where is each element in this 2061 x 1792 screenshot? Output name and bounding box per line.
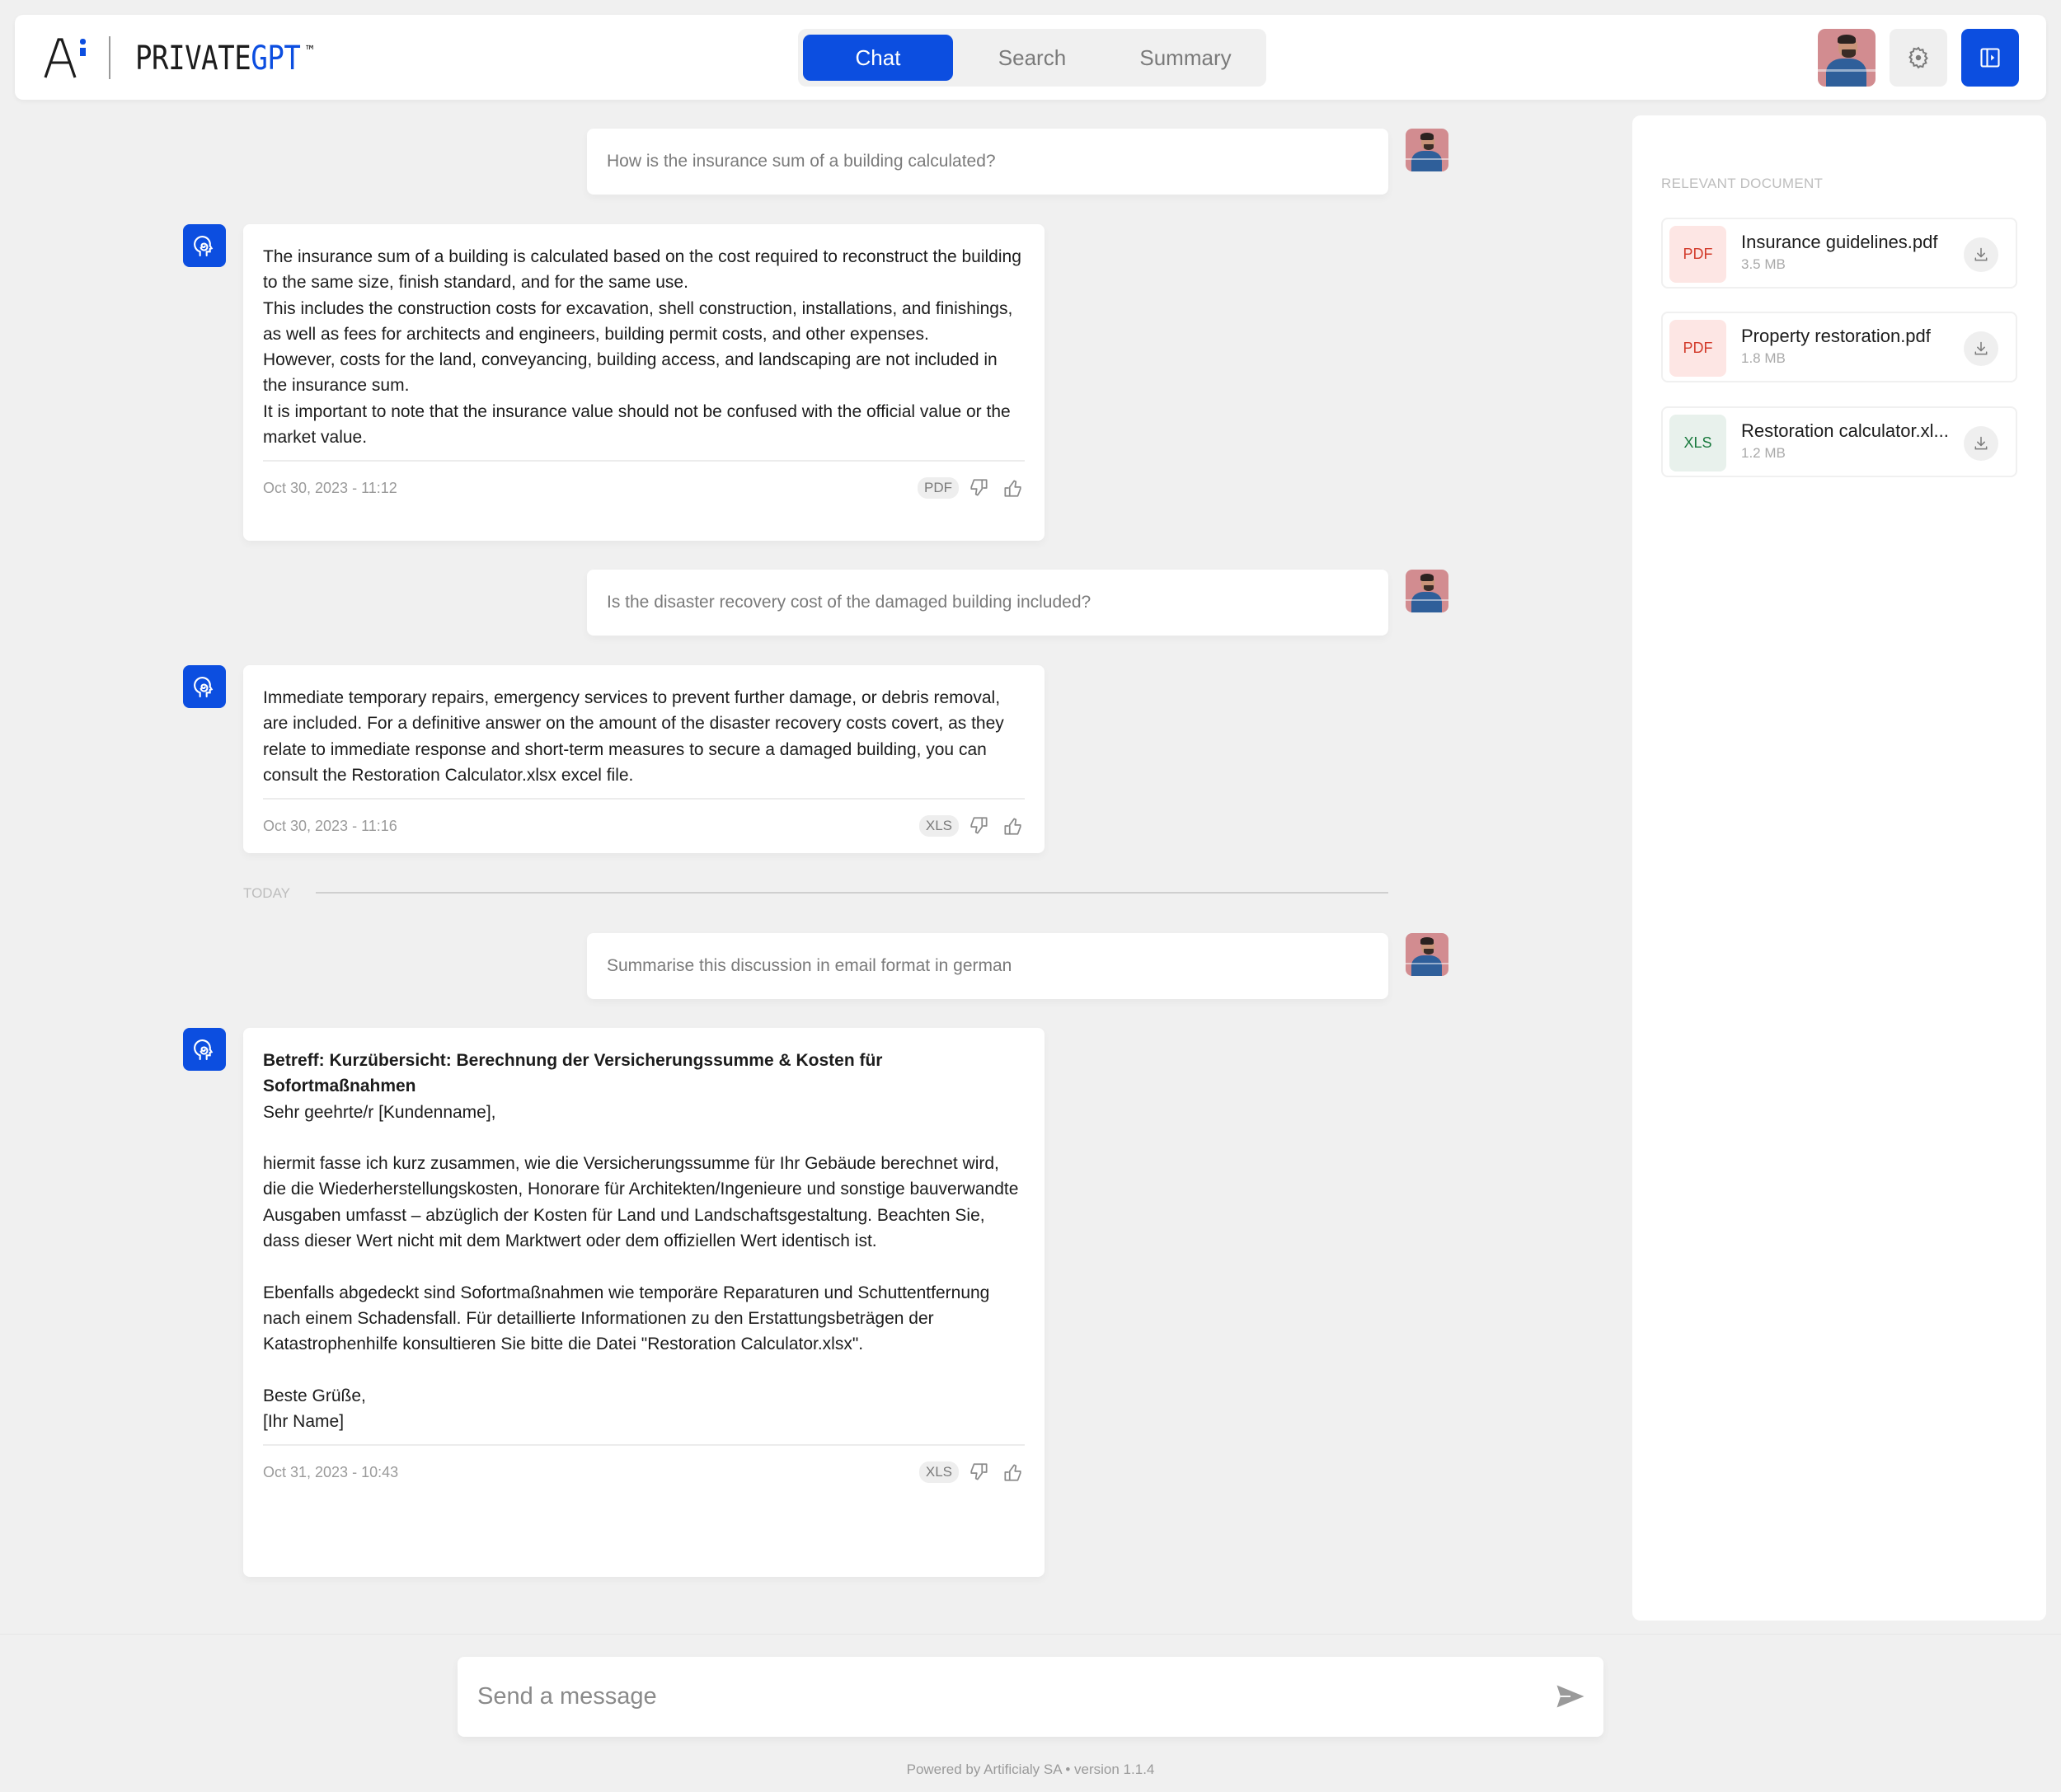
assistant-avatar (183, 224, 226, 267)
user-message: Is the disaster recovery cost of the dam… (587, 570, 1388, 636)
source-badge[interactable]: XLS (918, 1461, 959, 1484)
download-icon (1974, 341, 1988, 355)
assistant-message-text: The insurance sum of a building is calcu… (263, 247, 1021, 448)
assistant-message: The insurance sum of a building is calcu… (243, 224, 1045, 541)
date-divider-line (316, 892, 1388, 894)
user-message: Summarise this discussion in email forma… (587, 933, 1388, 999)
document-name: Property restoration.pdf (1741, 326, 1931, 346)
email-subject: Betreff: Kurzübersicht: Berechnung der V… (263, 1051, 883, 1096)
xls-file-icon: XLS (1669, 415, 1726, 471)
gear-icon (1908, 46, 1928, 69)
artificialy-logo-icon (44, 38, 86, 78)
assistant-message-text: Immediate temporary repairs, emergency s… (263, 688, 1004, 785)
thumbs-down-button[interactable] (967, 1460, 992, 1485)
date-divider-label: TODAY (243, 885, 290, 901)
assistant-message: Betreff: Kurzübersicht: Berechnung der V… (243, 1028, 1045, 1577)
assistant-message: Immediate temporary repairs, emergency s… (243, 665, 1045, 853)
user-avatar-button[interactable] (1818, 29, 1876, 87)
toggle-side-panel-button[interactable] (1961, 29, 2019, 87)
thumbs-up-button[interactable] (1000, 814, 1025, 838)
user-avatar (1406, 933, 1448, 976)
email-body: Sehr geehrte/r [Kundenname], hiermit fas… (263, 1102, 1019, 1432)
download-button[interactable] (1964, 331, 1998, 366)
brand-part-gpt: GPT (251, 40, 301, 77)
thumbs-up-button[interactable] (1000, 476, 1025, 500)
message-timestamp: Oct 30, 2023 - 11:16 (263, 817, 397, 834)
thumbs-down-button[interactable] (967, 814, 992, 838)
download-icon (1974, 247, 1988, 261)
settings-button[interactable] (1890, 29, 1947, 87)
thumbs-down-icon (970, 817, 988, 834)
brand-name: PRIVATEGPT ™ (135, 40, 313, 77)
mode-tabs: Chat Search Summary (798, 29, 1266, 87)
avatar (1818, 29, 1876, 87)
source-badge[interactable]: PDF (918, 477, 959, 500)
download-button[interactable] (1964, 426, 1998, 461)
pdf-file-icon: PDF (1669, 320, 1726, 377)
top-bar: PRIVATEGPT ™ Chat Search Summary (15, 15, 2046, 100)
user-avatar (1406, 129, 1448, 171)
document-name: Restoration calculator.xl... (1741, 420, 1949, 441)
head-spiral-icon (194, 1039, 214, 1061)
logo-divider (109, 36, 110, 79)
tab-chat[interactable]: Chat (803, 35, 953, 81)
message-footer: Oct 31, 2023 - 10:43 XLS (263, 1444, 1025, 1499)
assistant-message-body: Betreff: Kurzübersicht: Berechnung der V… (263, 1048, 1025, 1434)
message-footer: Oct 30, 2023 - 11:16 XLS (263, 798, 1025, 852)
thumbs-up-icon (1004, 480, 1021, 497)
trademark: ™ (306, 43, 314, 60)
pdf-file-icon: PDF (1669, 226, 1726, 283)
thumbs-up-icon (1004, 1464, 1021, 1482)
assistant-avatar (183, 665, 226, 708)
thumbs-down-button[interactable] (967, 476, 992, 500)
send-icon (1556, 1685, 1584, 1708)
user-message-text: How is the insurance sum of a building c… (607, 152, 996, 171)
source-badge[interactable]: XLS (918, 815, 959, 837)
download-icon (1974, 436, 1988, 450)
thumbs-up-button[interactable] (1000, 1460, 1025, 1485)
panel-title: RELEVANT DOCUMENT (1661, 176, 1824, 191)
message-input[interactable] (477, 1657, 1533, 1737)
head-spiral-icon (194, 677, 214, 698)
message-timestamp: Oct 30, 2023 - 11:12 (263, 479, 397, 496)
message-composer (458, 1657, 1603, 1737)
document-name: Insurance guidelines.pdf (1741, 232, 1938, 252)
document-size: 1.2 MB (1741, 445, 1786, 461)
download-button[interactable] (1964, 237, 1998, 272)
document-size: 1.8 MB (1741, 350, 1786, 366)
tab-search[interactable]: Search (957, 35, 1107, 81)
user-message: How is the insurance sum of a building c… (587, 129, 1388, 195)
thumbs-up-icon (1004, 818, 1021, 835)
head-spiral-icon (194, 236, 214, 257)
user-message-text: Is the disaster recovery cost of the dam… (607, 593, 1092, 612)
document-item[interactable]: XLS Restoration calculator.xl... 1.2 MB (1661, 406, 2017, 477)
user-message-text: Summarise this discussion in email forma… (607, 956, 1012, 975)
document-item[interactable]: PDF Property restoration.pdf 1.8 MB (1661, 312, 2017, 382)
thumbs-down-icon (970, 479, 988, 496)
sidebar-toggle-icon (1980, 48, 2000, 68)
document-item[interactable]: PDF Insurance guidelines.pdf 3.5 MB (1661, 218, 2017, 289)
brand-part-private: PRIVATE (135, 40, 251, 77)
message-footer: Oct 30, 2023 - 11:12 PDF (263, 460, 1025, 514)
send-button[interactable] (1554, 1682, 1587, 1711)
document-size: 3.5 MB (1741, 256, 1786, 272)
message-timestamp: Oct 31, 2023 - 10:43 (263, 1463, 399, 1480)
assistant-avatar (183, 1028, 226, 1071)
user-avatar (1406, 570, 1448, 612)
relevant-documents-panel: RELEVANT DOCUMENT PDF Insurance guidelin… (1632, 115, 2046, 1621)
powered-by-footer: Powered by Artificialy SA • version 1.1.… (906, 1762, 1155, 1777)
thumbs-down-icon (970, 1463, 988, 1480)
tab-summary[interactable]: Summary (1110, 35, 1261, 81)
